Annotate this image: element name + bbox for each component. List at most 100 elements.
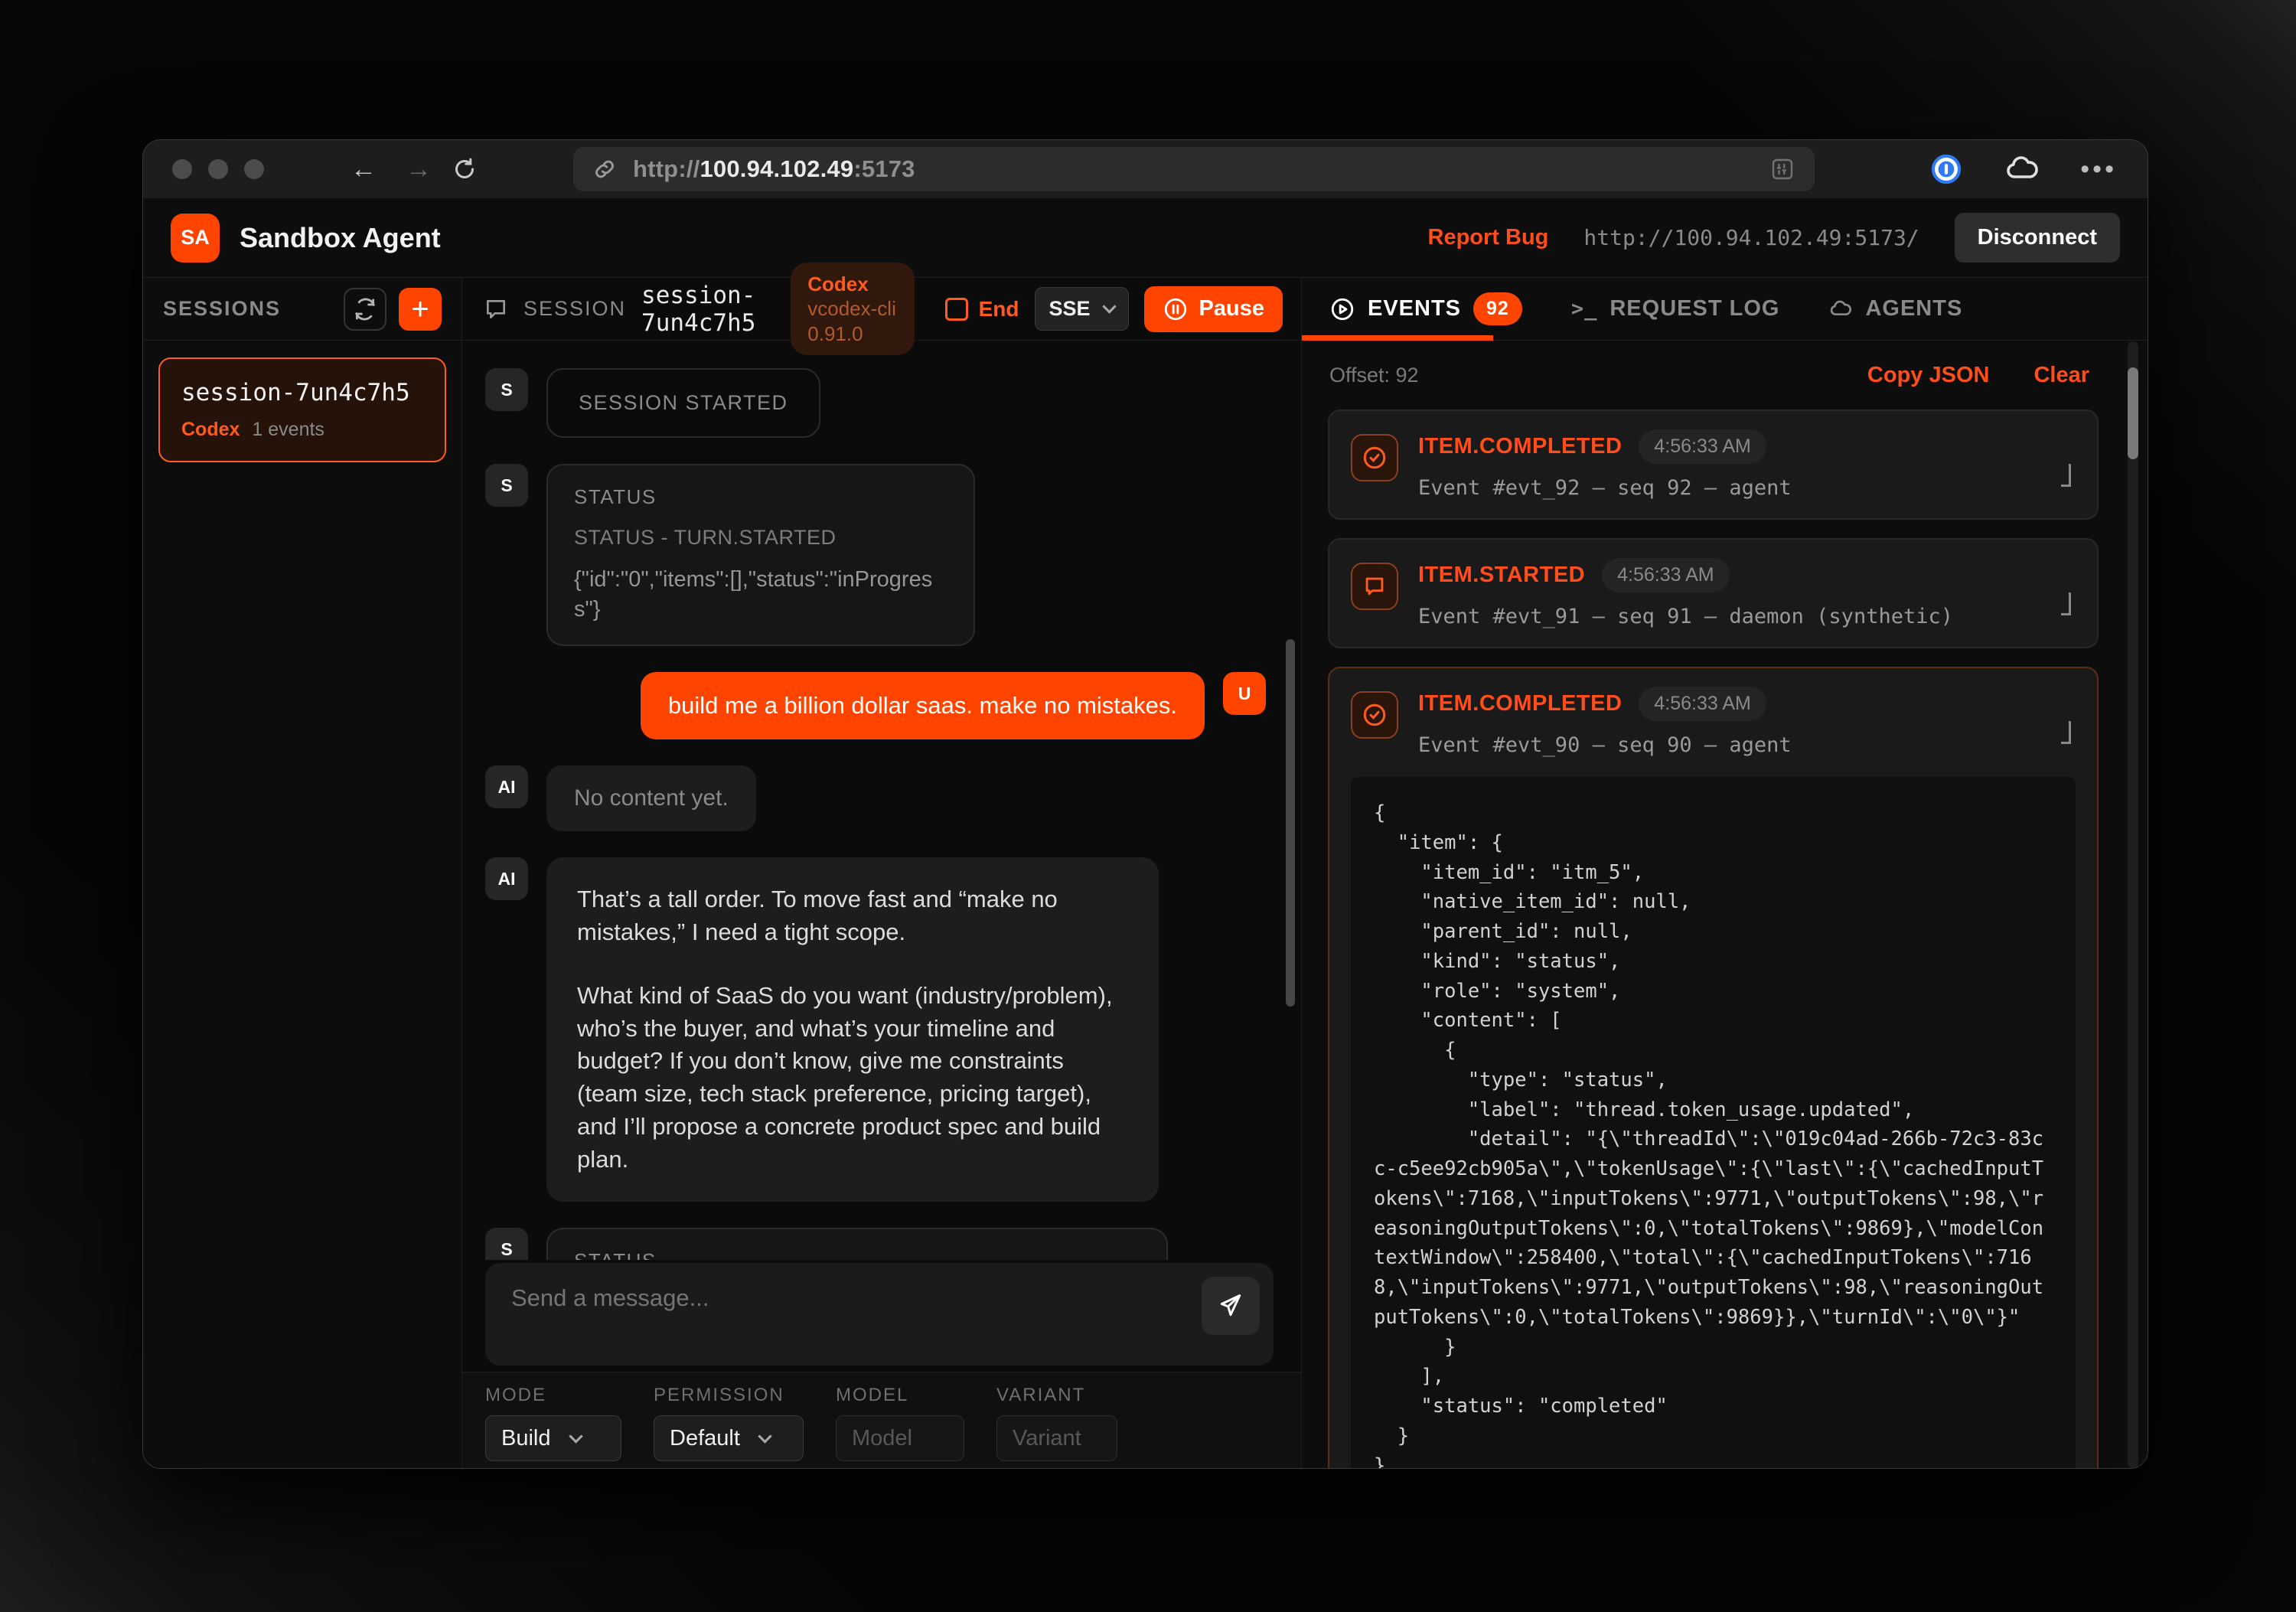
end-label: End xyxy=(979,297,1019,321)
assistant-message-bubble: That’s a tall order. To move fast and “m… xyxy=(546,857,1159,1202)
panel-tabs: EVENTS 92 >_ REQUEST LOG xyxy=(1302,278,2148,341)
reader-settings-icon[interactable] xyxy=(1769,155,1796,183)
assistant-message-empty: AI No content yet. xyxy=(485,765,1266,831)
send-button[interactable] xyxy=(1202,1277,1260,1335)
event-timestamp: 4:56:33 AM xyxy=(1602,558,1729,592)
app-header: SA Sandbox Agent Report Bug http://100.9… xyxy=(143,198,2148,278)
system-avatar: S xyxy=(485,464,528,507)
sandbox-agent-app: SA Sandbox Agent Report Bug http://100.9… xyxy=(143,198,2148,1468)
model-input[interactable]: Model xyxy=(836,1415,964,1461)
app-title: Sandbox Agent xyxy=(240,222,441,254)
chat-bubble-icon xyxy=(484,297,508,321)
session-started-pill: SESSION STARTED xyxy=(546,368,820,438)
chevron-down-icon xyxy=(1102,299,1116,313)
cloud-sync-icon[interactable] xyxy=(2004,151,2040,188)
session-label: SESSION xyxy=(523,297,626,321)
event-timestamp: 4:56:33 AM xyxy=(1639,687,1766,721)
run-controls: MODE Build PERMISSION Default xyxy=(462,1372,1301,1468)
status-title: STATUS xyxy=(574,1249,1140,1260)
browser-chrome: ← → http://100.94.102.49:5173 xyxy=(143,140,2148,198)
terminal-icon: >_ xyxy=(1571,297,1598,321)
assistant-avatar: AI xyxy=(485,765,528,808)
chevron-down-icon[interactable] xyxy=(2061,725,2071,739)
user-avatar: U xyxy=(1223,672,1266,715)
events-panel: EVENTS 92 >_ REQUEST LOG xyxy=(1302,278,2148,1468)
active-tab-underline xyxy=(1302,335,1493,341)
event-summary: Event #evt_90 — seq 90 — agent xyxy=(1418,733,2076,757)
chevron-down-icon xyxy=(569,1429,582,1443)
session-agent-label: Codex xyxy=(181,419,240,441)
offset-indicator: Offset: 92 xyxy=(1329,364,1419,387)
session-id: session-7un4c7h5 xyxy=(641,282,775,337)
events-scroll-area xyxy=(2117,341,2148,1468)
browser-window: ← → http://100.94.102.49:5173 xyxy=(142,139,2148,1469)
permission-select[interactable]: Default xyxy=(654,1415,804,1461)
status-json: {"id":"0","items":[],"status":"inProgres… xyxy=(574,565,947,625)
new-session-button[interactable]: + xyxy=(399,288,442,331)
chevron-right-icon[interactable] xyxy=(2061,596,2071,610)
status-subtitle: STATUS - TURN.STARTED xyxy=(574,526,947,550)
tab-agents[interactable]: AGENTS xyxy=(1828,296,1962,321)
pause-button[interactable]: Pause xyxy=(1144,286,1283,332)
chevron-right-icon[interactable] xyxy=(2061,468,2071,481)
mode-select[interactable]: Build xyxy=(485,1415,621,1461)
window-traffic-lights[interactable] xyxy=(172,159,264,179)
system-message: S SESSION STARTED xyxy=(485,368,1266,438)
assistant-empty-bubble: No content yet. xyxy=(546,765,756,831)
assistant-message: AI That’s a tall order. To move fast and… xyxy=(485,857,1266,1202)
chat-bubble-icon xyxy=(1351,563,1398,610)
reload-button[interactable] xyxy=(451,155,497,183)
status-message: S STATUS STATUS - THREAD.TOKEN_USAGE.UPD… xyxy=(485,1228,1266,1260)
variant-input[interactable]: Variant xyxy=(996,1415,1117,1461)
sessions-title: SESSIONS xyxy=(163,297,281,321)
password-manager-icon[interactable] xyxy=(1929,152,1964,187)
user-message-bubble: build me a billion dollar saas. make no … xyxy=(641,672,1205,739)
forward-button[interactable]: → xyxy=(396,155,442,184)
session-name: session-7un4c7h5 xyxy=(181,379,423,406)
app-logo: SA xyxy=(171,214,220,263)
sessions-sidebar: SESSIONS + session-7un4c xyxy=(143,278,462,1468)
event-timestamp: 4:56:33 AM xyxy=(1639,429,1766,464)
session-toolbar: SESSION session-7un4c7h5 Codex vcodex-cl… xyxy=(462,278,1301,341)
events-scrollbar-track[interactable] xyxy=(2128,341,2138,1468)
disconnect-button[interactable]: Disconnect xyxy=(1955,213,2120,263)
events-scrollbar-thumb[interactable] xyxy=(2128,367,2138,459)
event-card[interactable]: ITEM.COMPLETED 4:56:33 AM Event #evt_92 … xyxy=(1328,410,2099,520)
model-label: MODEL xyxy=(836,1385,964,1406)
event-json-detail: { "item": { "item_id": "itm_5", "native_… xyxy=(1351,777,2076,1468)
tab-events[interactable]: EVENTS 92 xyxy=(1329,292,1522,325)
link-icon xyxy=(592,156,618,182)
url-bar[interactable]: http://100.94.102.49:5173 xyxy=(573,147,1815,191)
refresh-sessions-button[interactable] xyxy=(344,288,386,331)
back-button[interactable]: ← xyxy=(341,155,386,184)
system-avatar: S xyxy=(485,368,528,411)
session-list-item[interactable]: session-7un4c7h5 Codex 1 events xyxy=(158,357,446,462)
copy-json-button[interactable]: Copy JSON xyxy=(1867,363,1990,388)
variant-label: VARIANT xyxy=(996,1385,1117,1406)
message-composer[interactable]: Send a message... xyxy=(485,1263,1274,1366)
user-message: build me a billion dollar saas. make no … xyxy=(485,672,1266,739)
check-circle-icon xyxy=(1351,691,1398,739)
composer-placeholder: Send a message... xyxy=(511,1284,709,1311)
server-url: http://100.94.102.49:5173/ xyxy=(1583,225,1919,250)
chat-scrollbar[interactable] xyxy=(1286,639,1295,1007)
system-avatar: S xyxy=(485,1228,528,1260)
report-bug-link[interactable]: Report Bug xyxy=(1428,225,1549,250)
mode-label: MODE xyxy=(485,1385,621,1406)
transport-select[interactable]: SSE xyxy=(1035,287,1129,331)
status-message: S STATUS STATUS - TURN.STARTED {"id":"0"… xyxy=(485,464,1266,646)
end-checkbox-group[interactable]: End xyxy=(945,297,1019,321)
end-checkbox[interactable] xyxy=(945,298,968,321)
chat-transcript[interactable]: S SESSION STARTED S STATUS STATUS - TURN… xyxy=(462,341,1301,1260)
event-card-expanded[interactable]: ITEM.COMPLETED 4:56:33 AM Event #evt_90 … xyxy=(1328,667,2099,1468)
event-list[interactable]: ITEM.COMPLETED 4:56:33 AM Event #evt_92 … xyxy=(1302,410,2148,1468)
chevron-down-icon xyxy=(758,1429,771,1443)
desktop-background: ← → http://100.94.102.49:5173 xyxy=(0,0,2296,1612)
cloud-icon xyxy=(1828,297,1853,321)
clear-events-button[interactable]: Clear xyxy=(2033,363,2089,388)
event-card[interactable]: ITEM.STARTED 4:56:33 AM Event #evt_91 — … xyxy=(1328,538,2099,648)
url-text: http://100.94.102.49:5173 xyxy=(633,155,915,183)
tab-request-log[interactable]: >_ REQUEST LOG xyxy=(1571,296,1780,321)
events-count-badge: 92 xyxy=(1473,292,1522,325)
browser-menu-icon[interactable]: ••• xyxy=(2080,155,2117,184)
